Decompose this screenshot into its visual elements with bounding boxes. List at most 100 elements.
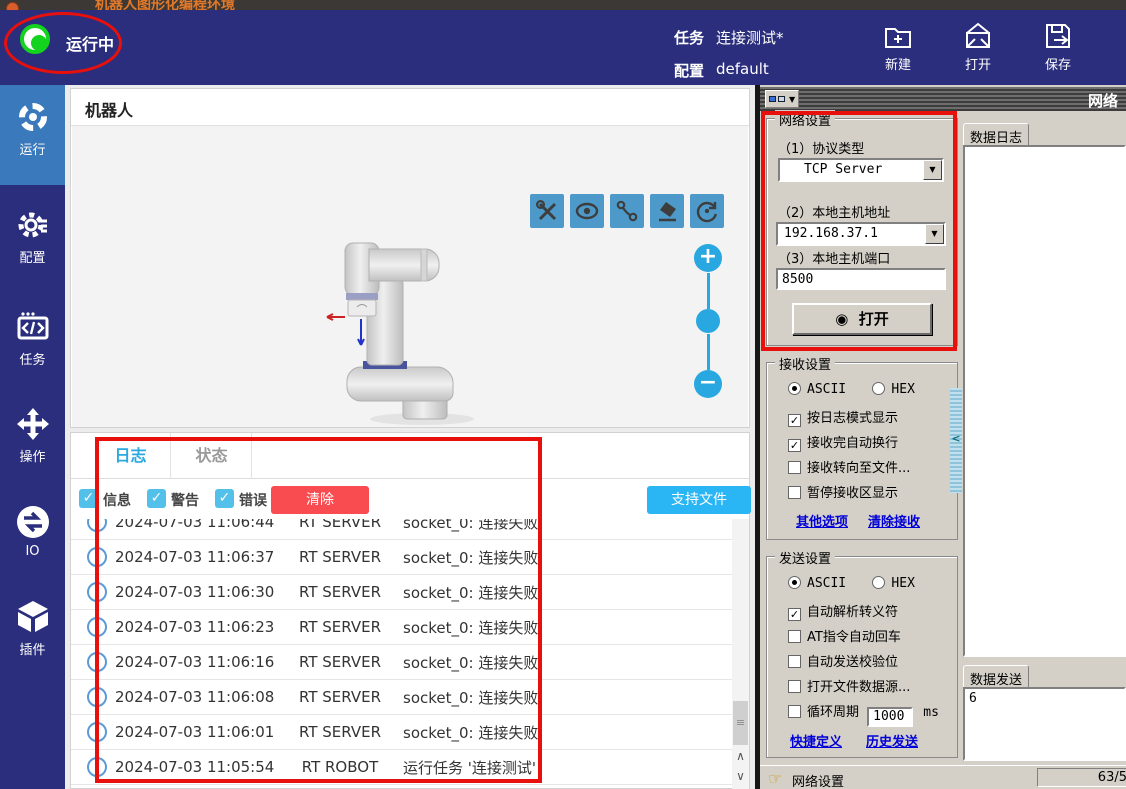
tab-log[interactable]: 日志 bbox=[91, 433, 171, 479]
log-entry-row[interactable]: i 2024-07-03 11:06:44 RT SERVER socket_0… bbox=[71, 519, 732, 540]
log-entry-row[interactable]: i 2024-07-03 11:06:08 RT SERVER socket_0… bbox=[71, 680, 732, 715]
rotate-icon bbox=[694, 198, 720, 224]
collapse-panel-handle[interactable]: < bbox=[950, 388, 962, 493]
sidebar-item-label: IO bbox=[0, 544, 65, 569]
radio-selected-icon[interactable] bbox=[788, 576, 801, 589]
quick-define-link[interactable]: 快捷定义 bbox=[790, 731, 842, 750]
local-port-input[interactable] bbox=[776, 268, 946, 290]
log-entry-row[interactable]: i 2024-07-03 11:06:30 RT SERVER socket_0… bbox=[71, 575, 732, 610]
info-icon: i bbox=[87, 757, 107, 777]
receive-option-row: 接收转向至文件... bbox=[788, 457, 910, 476]
checkbox-icon[interactable] bbox=[788, 680, 801, 693]
tab-data-log[interactable]: 数据日志 bbox=[963, 123, 1029, 145]
window-control-icon[interactable] bbox=[6, 2, 19, 10]
option-label: 自动发送校验位 bbox=[807, 655, 898, 670]
clear-receive-link[interactable]: 清除接收 bbox=[868, 511, 920, 530]
zoom-out-button[interactable]: − bbox=[694, 370, 722, 398]
log-source: RT SERVER bbox=[285, 653, 395, 671]
log-entry-list[interactable]: i 2024-07-03 11:06:44 RT SERVER socket_0… bbox=[71, 519, 732, 789]
open-task-label: 打开 bbox=[948, 54, 1008, 73]
eraser-icon bbox=[654, 198, 680, 224]
scroll-up-button[interactable]: ∧ bbox=[732, 747, 749, 765]
new-task-button[interactable]: 新建 bbox=[868, 14, 928, 80]
log-time: 2024-07-03 11:06:16 bbox=[115, 653, 285, 671]
network-toolbar: ▼ 网络 bbox=[760, 87, 1126, 111]
sidebar-item-io[interactable]: IO bbox=[0, 490, 65, 580]
sidebar-item-label: 操作 bbox=[0, 446, 65, 475]
support-files-button[interactable]: 支持文件 bbox=[647, 486, 751, 514]
checkbox-icon[interactable] bbox=[788, 486, 801, 499]
chevron-down-icon[interactable]: ▼ bbox=[925, 224, 944, 244]
scroll-down-button[interactable]: ∨ bbox=[732, 767, 749, 785]
checkbox-checked-icon[interactable]: ✓ bbox=[788, 608, 801, 621]
send-ascii-radio-row: ASCII HEX bbox=[788, 576, 915, 591]
robot-3d-viewport[interactable]: + − bbox=[72, 126, 748, 427]
data-send-textarea[interactable]: 6 bbox=[963, 687, 1126, 761]
sidebar-item-label: 配置 bbox=[0, 247, 65, 276]
radio-icon[interactable] bbox=[872, 382, 885, 395]
filter-warning-checkbox[interactable]: ✓ bbox=[147, 489, 166, 508]
info-icon: i bbox=[87, 582, 107, 602]
checkbox-icon[interactable] bbox=[788, 655, 801, 668]
network-connections-icon[interactable]: ▼ bbox=[765, 90, 799, 108]
send-ascii-label: ASCII bbox=[807, 576, 846, 591]
save-task-button[interactable]: 保存 bbox=[1028, 14, 1088, 80]
filter-error-checkbox[interactable]: ✓ bbox=[215, 489, 234, 508]
reset-view-button[interactable] bbox=[690, 194, 724, 228]
checkbox-icon[interactable] bbox=[788, 630, 801, 643]
tab-status[interactable]: 状态 bbox=[172, 433, 252, 479]
zoom-slider-handle[interactable] bbox=[696, 309, 720, 333]
log-entry-row[interactable]: i 2024-07-03 11:06:01 RT SERVER socket_0… bbox=[71, 715, 732, 750]
log-entry-row[interactable]: i 2024-07-03 11:06:37 RT SERVER socket_0… bbox=[71, 540, 732, 575]
radio-selected-icon[interactable] bbox=[788, 382, 801, 395]
log-entry-row[interactable]: i 2024-07-03 11:06:16 RT SERVER socket_0… bbox=[71, 645, 732, 680]
sidebar-item-run[interactable]: 运行 bbox=[0, 85, 65, 185]
checkbox-checked-icon[interactable]: ✓ bbox=[788, 414, 801, 427]
checkbox-icon[interactable] bbox=[788, 705, 801, 718]
config-label: 配置 bbox=[674, 60, 704, 81]
open-connection-label: 打开 bbox=[859, 310, 889, 328]
receive-option-row: 暂停接收区显示 bbox=[788, 482, 898, 501]
chevron-down-icon[interactable]: ▼ bbox=[923, 160, 942, 180]
zoom-slider-track[interactable] bbox=[707, 334, 710, 370]
checkbox-icon[interactable] bbox=[788, 461, 801, 474]
log-entry-row[interactable]: i 2024-07-03 11:06:23 RT SERVER socket_0… bbox=[71, 610, 732, 645]
protocol-type-label: （1）协议类型 bbox=[778, 138, 864, 157]
filter-info-checkbox[interactable]: ✓ bbox=[79, 489, 98, 508]
log-source: RT SERVER bbox=[285, 688, 395, 706]
icon-square bbox=[778, 96, 785, 102]
log-entry-row[interactable]: i 2024-07-03 11:05:54 RT ROBOT 运行任务 '连接测… bbox=[71, 750, 732, 785]
sidebar-item-plugin[interactable]: 插件 bbox=[0, 585, 65, 680]
zoom-slider-track[interactable] bbox=[707, 273, 710, 309]
tab-data-send[interactable]: 数据发送 bbox=[963, 665, 1029, 687]
sidebar-item-task[interactable]: 任务 bbox=[0, 295, 65, 390]
other-options-link[interactable]: 其他选项 bbox=[796, 511, 848, 530]
icon-square bbox=[769, 96, 776, 102]
receive-ascii-radio-row: ASCII HEX bbox=[788, 382, 915, 397]
trajectory-button[interactable] bbox=[610, 194, 644, 228]
eraser-button[interactable] bbox=[650, 194, 684, 228]
sidebar-item-operate[interactable]: 操作 bbox=[0, 392, 65, 487]
filter-warning-label: 警告 bbox=[171, 490, 199, 510]
move-icon bbox=[15, 406, 51, 442]
open-connection-button[interactable]: ◉ 打开 bbox=[792, 303, 932, 335]
filter-error-label: 错误 bbox=[239, 490, 267, 510]
scrollbar-thumb[interactable]: ≡ bbox=[733, 701, 748, 745]
zoom-in-button[interactable]: + bbox=[694, 244, 722, 272]
sidebar-item-config[interactable]: 配置 bbox=[0, 193, 65, 288]
network-assistant-panel: ▼ 网络 网络设置 （1）协议类型 TCP Server ▼ （2）本地主机地址… bbox=[760, 85, 1126, 789]
tools-button[interactable] bbox=[530, 194, 564, 228]
cycle-period-input[interactable] bbox=[867, 707, 913, 727]
open-task-button[interactable]: 打开 bbox=[948, 14, 1008, 80]
visibility-button[interactable] bbox=[570, 194, 604, 228]
checkbox-checked-icon[interactable]: ✓ bbox=[788, 439, 801, 452]
history-send-link[interactable]: 历史发送 bbox=[866, 731, 918, 750]
option-label: 自动解析转义符 bbox=[807, 605, 898, 620]
run-status-label: 运行中 bbox=[66, 31, 114, 55]
log-scrollbar[interactable]: ≡ ∧ ∨ bbox=[732, 519, 749, 789]
radio-icon[interactable] bbox=[872, 576, 885, 589]
clear-log-button[interactable]: 清除 bbox=[271, 486, 369, 514]
protocol-type-select[interactable]: TCP Server ▼ bbox=[778, 158, 944, 182]
data-log-textarea[interactable] bbox=[963, 145, 1126, 657]
local-host-select[interactable]: 192.168.37.1 ▼ bbox=[776, 222, 946, 246]
